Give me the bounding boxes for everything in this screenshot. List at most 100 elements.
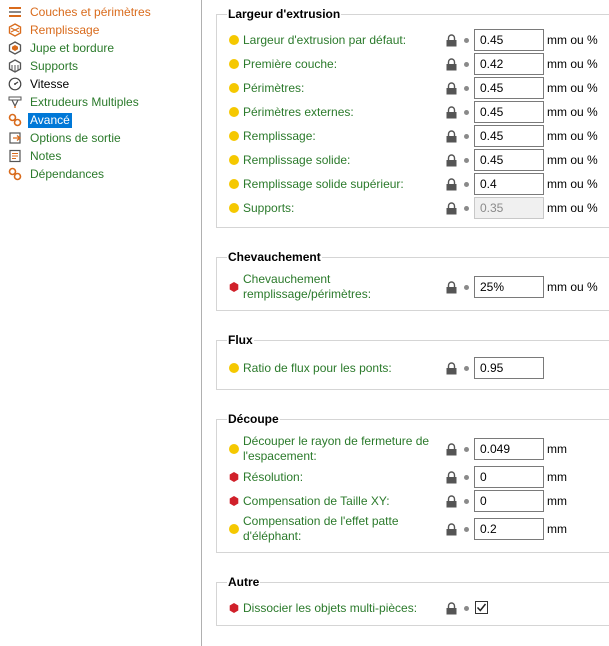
top-solid-infill-width-input[interactable] — [474, 173, 544, 195]
option-label[interactable]: Dissocier les objets multi-pièces: — [243, 601, 417, 616]
lock-icon[interactable] — [446, 362, 457, 375]
system-value-dot-icon[interactable] — [464, 499, 469, 504]
yellow-dot-icon — [229, 107, 239, 117]
sidebar-item-advanced[interactable]: Avancé — [0, 111, 201, 129]
section-other: Autre Dissocier les objets multi-pièces: — [216, 575, 609, 626]
system-value-dot-icon[interactable] — [464, 606, 469, 611]
sidebar-item-multiple-extruders[interactable]: Extrudeurs Multiples — [0, 93, 201, 111]
first-layer-width-input[interactable] — [474, 53, 544, 75]
xy-size-compensation-input[interactable] — [474, 490, 544, 512]
default-extrusion-width-input[interactable] — [474, 29, 544, 51]
red-hexagon-icon — [229, 472, 239, 482]
system-value-dot-icon[interactable] — [464, 134, 469, 139]
elephant-foot-compensation-input[interactable] — [474, 518, 544, 540]
yellow-dot-icon — [229, 203, 239, 213]
option-label-line: Découper le rayon de fermeture de — [243, 434, 430, 448]
option-label[interactable]: Supports: — [243, 201, 294, 216]
slice-closing-radius-input[interactable] — [474, 438, 544, 460]
lock-icon[interactable] — [446, 495, 457, 508]
solid-infill-width-input[interactable] — [474, 149, 544, 171]
unit-label: mm — [547, 494, 567, 508]
speed-icon — [8, 77, 22, 91]
unit-label: mm ou % — [547, 105, 598, 119]
option-row-supports: Supports: mm ou % — [217, 197, 609, 219]
option-row-infill-perimeters-overlap: Chevauchementremplissage/périmètres: mm … — [217, 272, 609, 301]
option-label[interactable]: Périmètres: — [243, 81, 304, 96]
infill-perimeters-overlap-input[interactable] — [474, 276, 544, 298]
perimeters-width-input[interactable] — [474, 77, 544, 99]
yellow-dot-icon — [229, 59, 239, 69]
system-value-dot-icon[interactable] — [464, 182, 469, 187]
system-value-dot-icon[interactable] — [464, 38, 469, 43]
option-label-line: Compensation de l'effet patte — [243, 514, 399, 528]
option-label[interactable]: Ratio de flux pour les ponts: — [243, 361, 392, 376]
system-value-dot-icon[interactable] — [464, 285, 469, 290]
system-value-dot-icon[interactable] — [464, 475, 469, 480]
option-row-elephant-foot-compensation: Compensation de l'effet patte d'éléphant:… — [217, 514, 609, 543]
option-label-line: Chevauchement — [243, 272, 331, 286]
sidebar-item-infill[interactable]: Remplissage — [0, 21, 201, 39]
lock-icon[interactable] — [446, 178, 457, 191]
sidebar-item-output-options[interactable]: Options de sortie — [0, 129, 201, 147]
option-label[interactable]: Compensation de Taille XY: — [243, 494, 390, 509]
system-value-dot-icon[interactable] — [464, 86, 469, 91]
option-label[interactable]: Remplissage: — [243, 129, 316, 144]
option-label[interactable]: Remplissage solide supérieur: — [243, 177, 404, 192]
bridge-flow-ratio-input[interactable] — [474, 357, 544, 379]
sidebar-item-label: Remplissage — [30, 22, 100, 37]
checkmark-icon — [476, 603, 487, 612]
option-label[interactable]: Compensation de l'effet patte d'éléphant: — [243, 514, 399, 544]
option-label[interactable]: Résolution: — [243, 470, 303, 485]
lock-icon[interactable] — [446, 523, 457, 536]
system-value-dot-icon[interactable] — [464, 62, 469, 67]
option-label[interactable]: Largeur d'extrusion par défaut: — [243, 33, 406, 48]
lock-icon[interactable] — [446, 106, 457, 119]
lock-icon[interactable] — [446, 281, 457, 294]
option-label[interactable]: Découper le rayon de fermeture de l'espac… — [243, 434, 429, 464]
sidebar-item-supports[interactable]: Supports — [0, 57, 201, 75]
lock-icon[interactable] — [446, 471, 457, 484]
skirt-icon — [8, 41, 22, 55]
option-label[interactable]: Chevauchement remplissage/périmètres: — [243, 272, 371, 302]
option-row-infill: Remplissage: mm ou % — [217, 125, 609, 147]
option-label[interactable]: Périmètres externes: — [243, 105, 354, 120]
external-perimeters-width-input[interactable] — [474, 101, 544, 123]
red-hexagon-icon — [229, 282, 239, 292]
sidebar-item-speed[interactable]: Vitesse — [0, 75, 201, 93]
lock-icon[interactable] — [446, 602, 457, 615]
settings-category-sidebar: Couches et périmètres Remplissage Jupe e… — [0, 0, 202, 646]
unit-label: mm ou % — [547, 280, 598, 294]
section-title: Découpe — [227, 412, 280, 426]
section-extrusion-width: Largeur d'extrusion Largeur d'extrusion … — [216, 7, 609, 228]
option-row-resolution: Résolution: mm — [217, 466, 609, 488]
lock-icon[interactable] — [446, 130, 457, 143]
system-value-dot-icon[interactable] — [464, 110, 469, 115]
resolution-input[interactable] — [474, 466, 544, 488]
lock-icon[interactable] — [446, 58, 457, 71]
option-label[interactable]: Première couche: — [243, 57, 337, 72]
system-value-dot-icon[interactable] — [464, 158, 469, 163]
system-value-dot-icon[interactable] — [464, 206, 469, 211]
section-title: Largeur d'extrusion — [227, 7, 342, 21]
system-value-dot-icon[interactable] — [464, 527, 469, 532]
sidebar-item-dependencies[interactable]: Dépendances — [0, 165, 201, 183]
sidebar-item-skirt-brim[interactable]: Jupe et bordure — [0, 39, 201, 57]
yellow-dot-icon — [229, 131, 239, 141]
sidebar-item-label: Extrudeurs Multiples — [30, 94, 139, 109]
extruders-icon — [8, 95, 22, 109]
infill-width-input[interactable] — [474, 125, 544, 147]
lock-icon[interactable] — [446, 202, 457, 215]
lock-icon[interactable] — [446, 154, 457, 167]
system-value-dot-icon[interactable] — [464, 447, 469, 452]
system-value-dot-icon[interactable] — [464, 366, 469, 371]
lock-icon[interactable] — [446, 82, 457, 95]
sidebar-item-label: Avancé — [28, 112, 72, 128]
lock-icon[interactable] — [446, 34, 457, 47]
unit-label: mm — [547, 522, 567, 536]
split-multipart-objects-checkbox[interactable] — [475, 601, 488, 614]
sidebar-item-layers-perimeters[interactable]: Couches et périmètres — [0, 3, 201, 21]
option-row-external-perimeters: Périmètres externes: mm ou % — [217, 101, 609, 123]
sidebar-item-notes[interactable]: Notes — [0, 147, 201, 165]
lock-icon[interactable] — [446, 443, 457, 456]
option-label[interactable]: Remplissage solide: — [243, 153, 350, 168]
